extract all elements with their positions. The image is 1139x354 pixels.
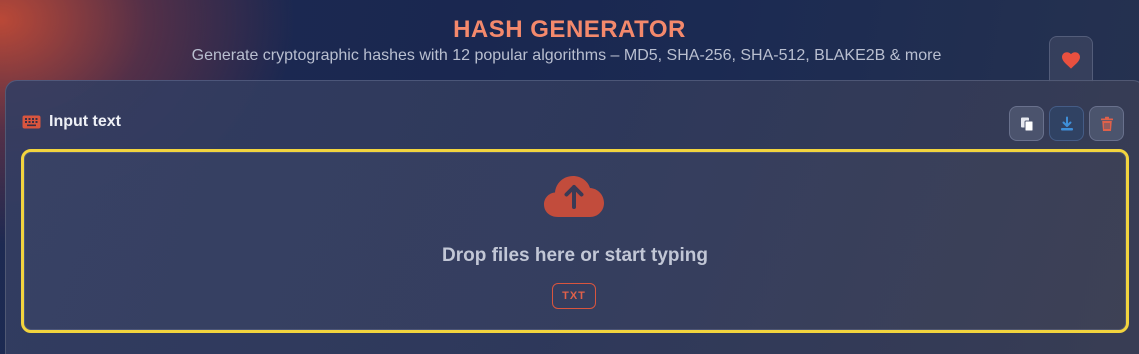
heart-icon <box>1062 51 1080 69</box>
txt-format-badge: TXT <box>552 283 596 309</box>
page-title: HASH GENERATOR <box>453 16 686 43</box>
dropzone-text: Drop files here or start typing <box>441 245 709 266</box>
download-icon <box>1060 116 1073 130</box>
input-panel: Input text Drop files here or start typi… <box>5 80 1139 354</box>
keyboard-icon <box>22 115 41 129</box>
input-dropzone[interactable]: Drop files here or start typing TXT <box>21 149 1129 333</box>
input-panel-label: Input text <box>49 113 121 130</box>
favorite-button[interactable] <box>1049 36 1093 82</box>
paste-icon <box>1020 117 1033 131</box>
page-header: HASH GENERATOR Generate cryptographic ha… <box>0 0 1139 80</box>
cloud-upload-icon <box>544 176 604 217</box>
download-button[interactable] <box>1049 106 1084 141</box>
page-subtitle: Generate cryptographic hashes with 12 po… <box>191 47 942 64</box>
input-toolbar <box>1009 106 1124 141</box>
clear-button[interactable] <box>1089 106 1124 141</box>
trash-icon <box>1100 116 1113 131</box>
input-panel-header: Input text <box>22 113 121 131</box>
paste-button[interactable] <box>1009 106 1044 141</box>
